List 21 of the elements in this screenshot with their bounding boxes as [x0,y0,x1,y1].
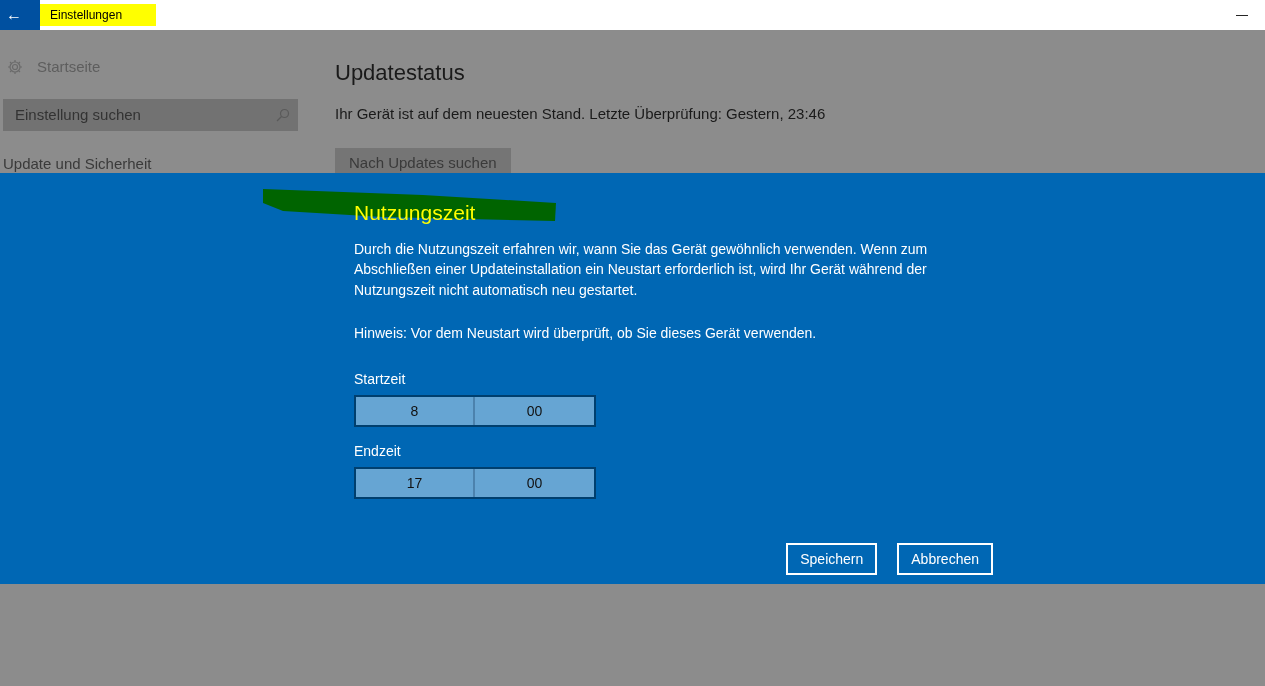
save-button[interactable]: Speichern [786,543,878,575]
window-title: Einstellungen [40,4,157,26]
hint-text: Hinweis: Vor dem Neustart wird überprüft, ob Sie dieses Gerät verwenden. [354,324,818,343]
page-heading: Updatestatus [335,59,465,87]
search-icon [276,107,290,122]
cancel-button[interactable]: Abbrechen [897,543,993,575]
hour-value[interactable]: 8 [356,397,475,425]
minute-value[interactable]: 00 [475,397,594,425]
settings-icon [7,59,23,76]
section-heading: Update und Sicherheit [3,153,153,174]
status-text: Ihr Gerät ist auf dem neuesten Stand. Letzte Überprüfung: Gestern, 23:46 [335,104,826,124]
time-picker[interactable]: 8 00 [354,395,596,427]
time-label: Startzeit [354,370,407,389]
back-button[interactable]: ← [0,0,40,30]
dialog-description: Durch die Nutzungszeit erfahren wir, wann Sie das Gerät gewöhnlich verwenden. Wenn zum Abschließen einer Updateinstallation ein Neustart erforderlich ist, wird Ihr Gerät während der Nutzungszeit nicht automatisch neu gestartet. [354,239,929,300]
minimize-button[interactable]: — [1219,0,1265,30]
minute-value[interactable]: 00 [475,469,594,497]
time-picker[interactable]: 17 00 [354,467,596,499]
search-field[interactable]: Einstellung suchen [3,98,298,131]
time-label: Endzeit [354,442,402,461]
hour-value[interactable]: 17 [356,469,475,497]
